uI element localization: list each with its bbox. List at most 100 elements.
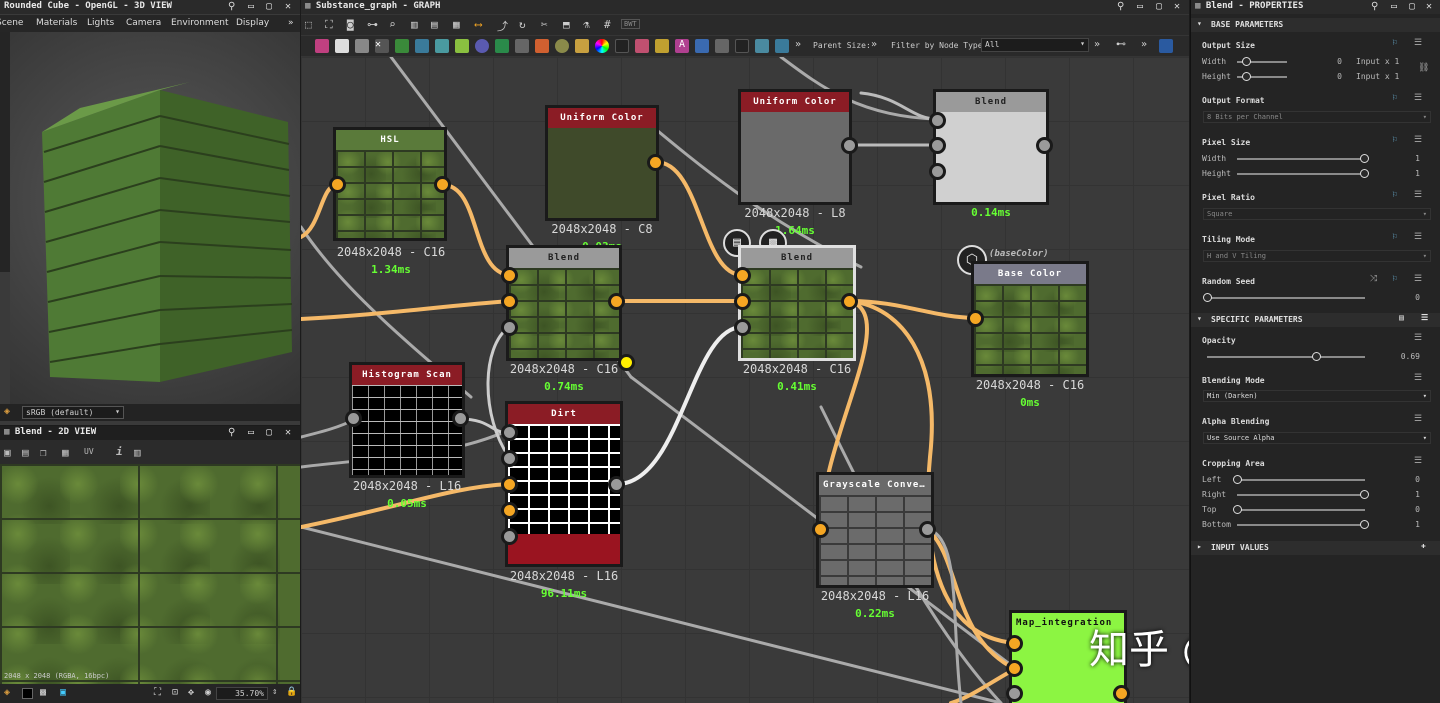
minimize-icon[interactable]: ▭ bbox=[248, 1, 254, 12]
text-node-icon[interactable]: A bbox=[675, 39, 689, 53]
port-dirt-in1[interactable] bbox=[501, 424, 518, 441]
pin-icon[interactable]: ⚲ bbox=[1371, 1, 1378, 12]
camera-icon[interactable]: ◙ bbox=[347, 18, 354, 31]
port-blend2-in3[interactable] bbox=[734, 319, 751, 336]
fx-node-icon[interactable] bbox=[775, 39, 789, 53]
port-blend2-in1[interactable] bbox=[734, 267, 751, 284]
port-blend1-out[interactable] bbox=[608, 293, 625, 310]
node-grayscale-conversion[interactable]: Grayscale Conve… bbox=[816, 472, 934, 588]
pixel-height-knob[interactable] bbox=[1360, 169, 1369, 178]
node-blend-2[interactable]: Blend bbox=[738, 245, 856, 361]
menu-icon[interactable]: ☰ bbox=[1414, 38, 1422, 48]
output-height-knob[interactable] bbox=[1242, 72, 1251, 81]
texture-preview-2d[interactable] bbox=[0, 464, 300, 684]
pixel-height-slider[interactable] bbox=[1237, 173, 1365, 175]
crop-top-value[interactable]: 0 bbox=[1400, 505, 1420, 514]
graph-canvas[interactable]: HSL 2048x2048 - C16 1.34ms Uniform Color… bbox=[301, 57, 1189, 703]
shuffle-icon[interactable]: ⤨ bbox=[1370, 274, 1377, 284]
color-mode-icon[interactable]: ▣ bbox=[60, 687, 66, 698]
histogram-icon[interactable]: ▥ bbox=[134, 446, 141, 459]
menu-icon[interactable]: ☰ bbox=[1414, 93, 1422, 103]
bwt-button[interactable]: BWT bbox=[621, 19, 640, 29]
save-icon[interactable]: ▣ bbox=[4, 446, 11, 459]
port-blend-top-in2[interactable] bbox=[929, 137, 946, 154]
opacity-knob[interactable] bbox=[1312, 352, 1322, 361]
opacity-value[interactable]: 0.69 bbox=[1396, 352, 1420, 361]
crop-node-icon[interactable] bbox=[695, 39, 709, 53]
menu-materials[interactable]: Materials bbox=[36, 18, 77, 28]
close-icon[interactable]: ✕ bbox=[285, 427, 291, 438]
menu-icon[interactable]: ☰ bbox=[1414, 232, 1422, 242]
crop-left-slider[interactable] bbox=[1237, 479, 1365, 481]
node-uniform-color-2[interactable]: Uniform Color bbox=[738, 89, 852, 205]
output-width-value[interactable]: 0 bbox=[1320, 57, 1342, 66]
menu-icon[interactable]: ☰ bbox=[1414, 414, 1422, 424]
layout-icon[interactable]: ▦ bbox=[453, 18, 460, 31]
filter-select[interactable]: All ▾ bbox=[981, 38, 1089, 52]
doc-node-icon[interactable] bbox=[335, 39, 349, 53]
section-base-parameters[interactable]: ▾ BASE PARAMETERS bbox=[1191, 18, 1440, 32]
refresh-icon[interactable]: ↻ bbox=[519, 18, 526, 31]
port-basecolor-in[interactable] bbox=[967, 310, 984, 327]
opacity-slider[interactable] bbox=[1207, 356, 1365, 358]
menu-icon[interactable]: ☰ bbox=[1414, 333, 1422, 343]
port-blend-top-in1[interactable] bbox=[929, 112, 946, 129]
menu-lights[interactable]: Lights bbox=[87, 18, 114, 28]
uv-button[interactable]: UV bbox=[84, 447, 94, 456]
expose-icon[interactable]: ⚐ bbox=[1392, 135, 1397, 145]
tiling-mode-select[interactable]: H and V Tiling ▾ bbox=[1203, 250, 1431, 262]
triangle-node-icon[interactable] bbox=[655, 39, 669, 53]
pan-icon[interactable]: ✥ bbox=[188, 687, 194, 698]
expose-icon[interactable]: ⚐ bbox=[1392, 93, 1397, 103]
export-icon[interactable]: ⬒ bbox=[563, 18, 570, 31]
menu-icon[interactable]: ☰ bbox=[1414, 190, 1422, 200]
port-histogram-in[interactable] bbox=[345, 410, 362, 427]
maximize-icon[interactable]: ▢ bbox=[1409, 1, 1415, 12]
colorspace-select[interactable]: sRGB (default) ▾ bbox=[22, 406, 124, 419]
menu-display[interactable]: Display bbox=[236, 18, 269, 28]
lock-icon[interactable]: 🔒 bbox=[286, 687, 297, 697]
layers-icon[interactable]: ◈ bbox=[4, 687, 10, 698]
minimize-icon[interactable]: ▭ bbox=[1137, 1, 1143, 12]
port-dirt-out[interactable] bbox=[608, 476, 625, 493]
node-histogram-scan[interactable]: Histogram Scan bbox=[349, 362, 465, 478]
pixel-width-knob[interactable] bbox=[1360, 154, 1369, 163]
minimize-icon[interactable]: ▭ bbox=[1391, 1, 1397, 12]
copy-icon[interactable]: ❐ bbox=[40, 446, 47, 459]
blend-node-icon[interactable] bbox=[355, 39, 369, 53]
align-icon[interactable]: ▥ bbox=[411, 18, 418, 31]
pixel-width-value[interactable]: 1 bbox=[1400, 154, 1420, 163]
reroute-icon[interactable]: ⤴ bbox=[497, 18, 508, 34]
zoom-icon[interactable]: ◉ bbox=[205, 687, 211, 698]
section-specific-parameters[interactable]: ▾ SPECIFIC PARAMETERS ▤ ☰ bbox=[1191, 313, 1440, 327]
distribute-icon[interactable]: ▤ bbox=[431, 18, 438, 31]
maximize-icon[interactable]: ▢ bbox=[266, 427, 272, 438]
port-mapint-in3[interactable] bbox=[1006, 685, 1023, 702]
maximize-icon[interactable]: ▢ bbox=[266, 1, 272, 12]
crop-right-knob[interactable] bbox=[1360, 490, 1369, 499]
tiling-icon[interactable]: ⛶ bbox=[154, 687, 161, 698]
input-node-icon[interactable] bbox=[515, 39, 529, 53]
layout-mode-icon[interactable] bbox=[1159, 39, 1173, 53]
pin-icon[interactable]: ⚲ bbox=[1117, 1, 1124, 12]
atomic-node-icon[interactable] bbox=[315, 39, 329, 53]
close-icon[interactable]: ✕ bbox=[1426, 1, 1432, 12]
preset-icon[interactable]: ▤ bbox=[1399, 313, 1404, 322]
node-hsl[interactable]: HSL bbox=[333, 127, 447, 241]
color-node-icon[interactable] bbox=[575, 39, 589, 53]
more-icon[interactable]: » bbox=[795, 39, 801, 50]
more-icon[interactable]: » bbox=[1141, 39, 1147, 50]
maximize-icon[interactable]: ▢ bbox=[1156, 1, 1162, 12]
fit-icon[interactable]: ⊡ bbox=[172, 687, 178, 698]
port-dirt-in3[interactable] bbox=[501, 476, 518, 493]
checker-icon[interactable]: ▩ bbox=[40, 687, 46, 698]
port-blend1-in1[interactable] bbox=[501, 267, 518, 284]
port-mapint-in1[interactable] bbox=[1006, 635, 1023, 652]
transform-node-icon[interactable] bbox=[635, 39, 649, 53]
save-as-icon[interactable]: ▤ bbox=[22, 446, 29, 459]
pattern-node-icon[interactable] bbox=[715, 39, 729, 53]
link-icon[interactable]: ⛓ bbox=[1418, 63, 1429, 73]
close-icon[interactable]: ✕ bbox=[1174, 1, 1180, 12]
port-dirt-in2[interactable] bbox=[501, 450, 518, 467]
menu-scene[interactable]: Scene bbox=[0, 18, 23, 28]
